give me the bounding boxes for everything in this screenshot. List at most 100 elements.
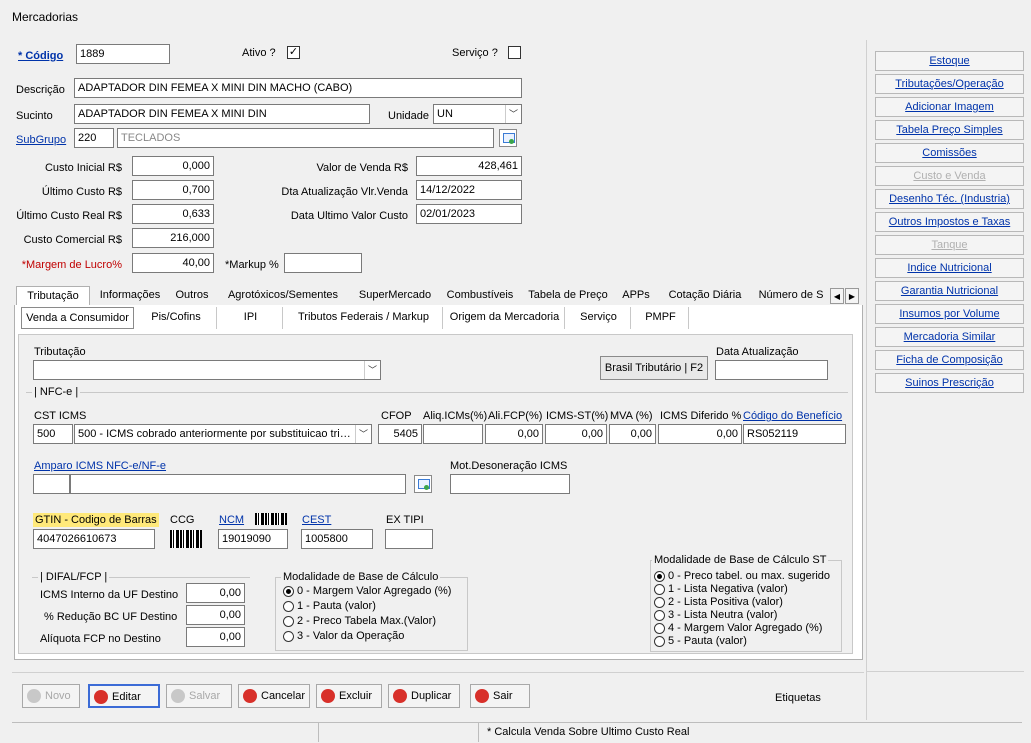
- reducao-bc-field[interactable]: 0,00: [186, 605, 245, 625]
- tab-scroll-right-icon[interactable]: ▶: [845, 288, 859, 304]
- sidebar-outros-impostos-button[interactable]: Outros Impostos e Taxas: [875, 212, 1024, 232]
- sidebar-comissoes-button[interactable]: Comissões: [875, 143, 1024, 163]
- amparo-desc-field[interactable]: [70, 474, 406, 494]
- tab-supermercado[interactable]: SuperMercado: [352, 286, 438, 306]
- cest-label[interactable]: CEST: [302, 514, 331, 526]
- tab-tributacao[interactable]: Tributação: [16, 286, 90, 306]
- tab-outros[interactable]: Outros: [170, 286, 214, 306]
- data-ultimo-custo-field[interactable]: 02/01/2023: [416, 204, 522, 224]
- sidebar-tributacoes-button[interactable]: Tributações/Operação: [875, 74, 1024, 94]
- valor-venda-field[interactable]: 428,461: [416, 156, 522, 176]
- cancelar-button[interactable]: Cancelar: [238, 684, 310, 708]
- cst-code-field[interactable]: 500: [33, 424, 73, 444]
- modalidade-st-radio-4[interactable]: [654, 623, 665, 634]
- margem-lucro-field[interactable]: 40,00: [132, 253, 214, 273]
- sidebar-suinos-prescricao-button[interactable]: Suinos Prescrição: [875, 373, 1024, 393]
- sidebar-ficha-composicao-button[interactable]: Ficha de Composição: [875, 350, 1024, 370]
- subtab-ipi[interactable]: IPI: [219, 307, 283, 329]
- sidebar-mercadoria-similar-button[interactable]: Mercadoria Similar: [875, 327, 1024, 347]
- amparo-label[interactable]: Amparo ICMS NFC-e/NF-e: [34, 460, 166, 472]
- servico-checkbox[interactable]: [508, 46, 521, 59]
- modalidade-st-radio-5[interactable]: [654, 636, 665, 647]
- tab-apps[interactable]: APPs: [616, 286, 656, 306]
- sucinto-field[interactable]: ADAPTADOR DIN FEMEA X MINI DIN: [74, 104, 370, 124]
- brasil-tributario-button[interactable]: Brasil Tributário | F2: [600, 356, 708, 380]
- modalidade-bc-radio-3[interactable]: [283, 631, 294, 642]
- ex-tipi-field[interactable]: [385, 529, 433, 549]
- tab-numero-serie[interactable]: Número de S: [754, 286, 828, 306]
- modalidade-st-radio-1[interactable]: [654, 584, 665, 595]
- subgrupo-code-field[interactable]: 220: [74, 128, 114, 148]
- duplicar-button[interactable]: Duplicar: [388, 684, 460, 708]
- ultimo-custo-real-field[interactable]: 0,633: [132, 204, 214, 224]
- ncm-barcode-icon[interactable]: [255, 513, 287, 525]
- modalidade-st-radio-3[interactable]: [654, 610, 665, 621]
- sidebar-indice-nutricional-button[interactable]: Indice Nutricional: [875, 258, 1024, 278]
- aliquota-fcp-field[interactable]: 0,00: [186, 627, 245, 647]
- descricao-field[interactable]: ADAPTADOR DIN FEMEA X MINI DIN MACHO (CA…: [74, 78, 522, 98]
- subtab-venda-consumidor[interactable]: Venda a Consumidor: [21, 307, 134, 329]
- codigo-beneficio-field[interactable]: RS052119: [743, 424, 846, 444]
- amparo-lookup-icon[interactable]: [414, 475, 432, 493]
- codigo-beneficio-label[interactable]: Código do Benefício: [743, 410, 842, 422]
- tab-combustiveis[interactable]: Combustíveis: [440, 286, 520, 306]
- tab-tabela-preco[interactable]: Tabela de Preço: [522, 286, 614, 306]
- data-atualizacao-field[interactable]: [715, 360, 828, 380]
- cest-field[interactable]: 1005800: [301, 529, 373, 549]
- sidebar-insumos-volume-button[interactable]: Insumos por Volume: [875, 304, 1024, 324]
- codigo-field[interactable]: 1889: [76, 44, 170, 64]
- excluir-button[interactable]: Excluir: [316, 684, 382, 708]
- modalidade-bc-radio-2[interactable]: [283, 616, 294, 627]
- icms-st-field[interactable]: 0,00: [545, 424, 607, 444]
- cfop-label: CFOP: [381, 410, 412, 422]
- ultimo-custo-field[interactable]: 0,700: [132, 180, 214, 200]
- subtab-origem-mercadoria[interactable]: Origem da Mercadoria: [445, 307, 565, 329]
- subtab-pmpf[interactable]: PMPF: [633, 307, 689, 329]
- markup-field[interactable]: [284, 253, 362, 273]
- ncm-field[interactable]: 19019090: [218, 529, 288, 549]
- editar-button[interactable]: Editar: [88, 684, 160, 708]
- subtab-servico[interactable]: Serviço: [567, 307, 631, 329]
- ccg-barcode-icon[interactable]: [170, 530, 202, 548]
- subtab-pis-cofins[interactable]: Pis/Cofins: [136, 307, 217, 329]
- sidebar-tabela-preco-button[interactable]: Tabela Preço Simples: [875, 120, 1024, 140]
- icms-diferido-field[interactable]: 0,00: [658, 424, 742, 444]
- tab-informacoes[interactable]: Informações: [92, 286, 168, 306]
- ncm-label[interactable]: NCM: [219, 514, 244, 526]
- sidebar-desenho-tecnico-button[interactable]: Desenho Téc. (Industria): [875, 189, 1024, 209]
- sidebar-estoque-button[interactable]: Estoque: [875, 51, 1024, 71]
- ativo-checkbox[interactable]: ✓: [287, 46, 300, 59]
- ali-fcp-field[interactable]: 0,00: [485, 424, 543, 444]
- sair-button[interactable]: Sair: [470, 684, 530, 708]
- amparo-code-field[interactable]: [33, 474, 70, 494]
- subgrupo-lookup-icon[interactable]: [499, 129, 517, 147]
- tab-scroll-left-icon[interactable]: ◀: [830, 288, 844, 304]
- custo-comercial-field[interactable]: 216,000: [132, 228, 214, 248]
- custo-inicial-field[interactable]: 0,000: [132, 156, 214, 176]
- modalidade-st-radio-2[interactable]: [654, 597, 665, 608]
- modalidade-bc-radio-1[interactable]: [283, 601, 294, 612]
- tab-cotacao-diaria[interactable]: Cotação Diária: [658, 286, 752, 306]
- chevron-down-icon[interactable]: ﹀: [364, 361, 380, 379]
- dta-atualizacao-field[interactable]: 14/12/2022: [416, 180, 522, 200]
- icms-interno-field[interactable]: 0,00: [186, 583, 245, 603]
- modalidade-bc-radio-0[interactable]: [283, 586, 294, 597]
- aliq-icms-field[interactable]: [423, 424, 483, 444]
- cst-desc-select[interactable]: 500 - ICMS cobrado anteriormente por sub…: [74, 424, 372, 444]
- unidade-select[interactable]: UN ﹀: [433, 104, 522, 124]
- tributacao-select[interactable]: ﹀: [33, 360, 381, 380]
- tab-agrotoxicos[interactable]: Agrotóxicos/Sementes: [216, 286, 350, 306]
- mot-desoneracao-field[interactable]: [450, 474, 570, 494]
- sidebar-garantia-nutricional-button[interactable]: Garantia Nutricional: [875, 281, 1024, 301]
- sidebar-adicionar-imagem-button[interactable]: Adicionar Imagem: [875, 97, 1024, 117]
- subgrupo-label[interactable]: SubGrupo: [16, 134, 66, 146]
- gtin-field[interactable]: 4047026610673: [33, 529, 155, 549]
- subtab-tributos-federais[interactable]: Tributos Federais / Markup: [285, 307, 443, 329]
- mva-field[interactable]: 0,00: [609, 424, 656, 444]
- chevron-down-icon[interactable]: ﹀: [355, 425, 371, 443]
- cfop-field[interactable]: 5405: [378, 424, 422, 444]
- codigo-label[interactable]: * Código: [18, 50, 63, 62]
- chevron-down-icon[interactable]: ﹀: [505, 105, 521, 123]
- etiquetas-label[interactable]: Etiquetas: [775, 692, 821, 704]
- modalidade-st-radio-0[interactable]: [654, 571, 665, 582]
